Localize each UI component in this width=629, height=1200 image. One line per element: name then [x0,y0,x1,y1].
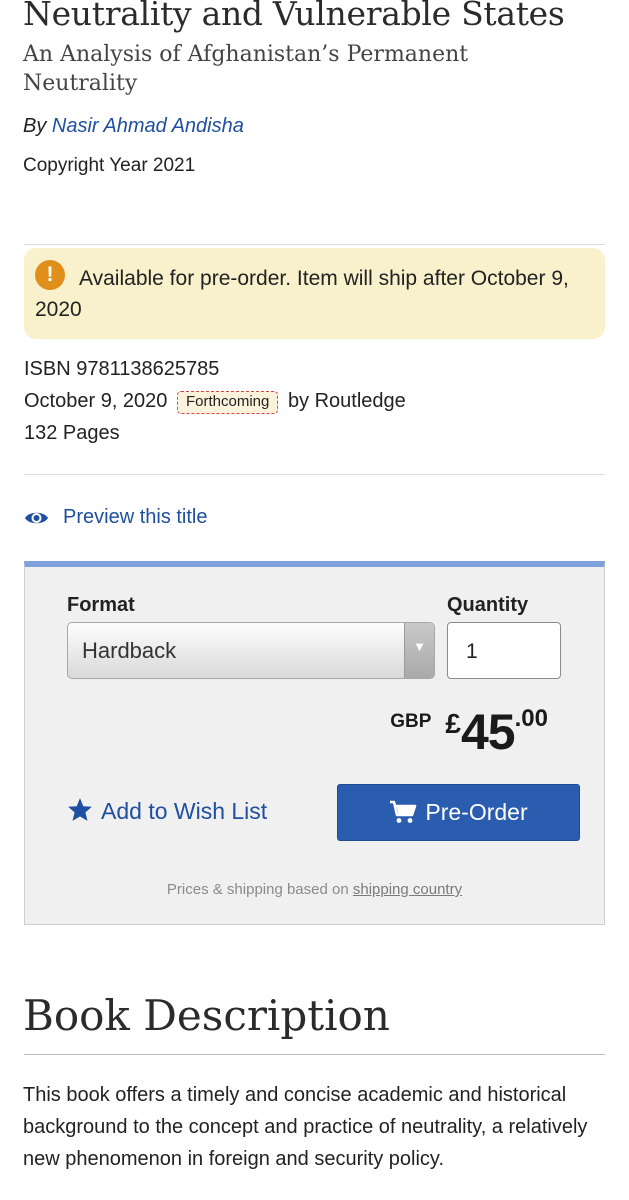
description-heading: Book Description [23,991,390,1040]
publisher: by Routledge [287,390,406,412]
publication-date: October 9, 2020 [24,390,168,412]
book-subtitle: An Analysis of Afghanistan’s Permanent N… [23,42,469,96]
cart-icon [390,800,417,823]
author-link[interactable]: Nasir Ahmad Andisha [52,115,244,137]
shipping-country-link[interactable]: shipping country [353,881,462,898]
format-label: Format [67,594,135,616]
status-badge: Forthcoming [177,391,279,414]
preorder-label: Pre-Order [425,799,528,825]
preview-label: Preview this title [63,506,208,528]
notice-text: Available for pre-order. Item will ship … [35,267,569,321]
publication-line: October 9, 2020 Forthcoming by Routledge [24,390,406,415]
page-count: 132 Pages [24,422,120,444]
price-whole: 45 [461,704,516,760]
chevron-down-icon: ▼ [404,623,434,678]
format-select[interactable]: Hardback ▼ [67,622,435,679]
currency-code: GBP [390,711,432,732]
quantity-input[interactable]: 1 [447,622,561,679]
isbn: ISBN 9781138625785 [24,358,220,380]
divider [24,244,605,245]
price: GBP £45.00 [390,703,548,761]
by-prefix: By [23,115,47,137]
preview-link[interactable]: Preview this title [24,506,208,529]
star-icon [68,798,92,821]
byline: By Nasir Ahmad Andisha [23,115,244,138]
purchase-panel: Format Quantity Hardback ▼ 1 GBP £45.00 A… [24,561,605,925]
currency-symbol: £ [445,708,461,739]
divider [24,1054,605,1055]
wishlist-label: Add to Wish List [101,798,268,824]
book-title: Neutrality and Vulnerable States [23,0,565,33]
copyright-year: Copyright Year 2021 [23,155,196,176]
eye-icon [25,512,48,524]
divider [24,474,605,475]
add-to-wishlist-button[interactable]: Add to Wish List [67,797,267,825]
preorder-notice: ! Available for pre-order. Item will ship… [24,248,605,339]
description-text: This book offers a timely and concise ac… [23,1084,588,1170]
shipping-note-text: Prices & shipping based on [166,881,349,898]
preorder-button[interactable]: Pre-Order [337,784,580,841]
quantity-label: Quantity [447,594,529,616]
warning-icon: ! [35,260,65,290]
price-decimal: .00 [514,705,548,732]
format-value: Hardback [82,638,177,663]
shipping-note: Prices & shipping based on shipping coun… [25,881,604,898]
